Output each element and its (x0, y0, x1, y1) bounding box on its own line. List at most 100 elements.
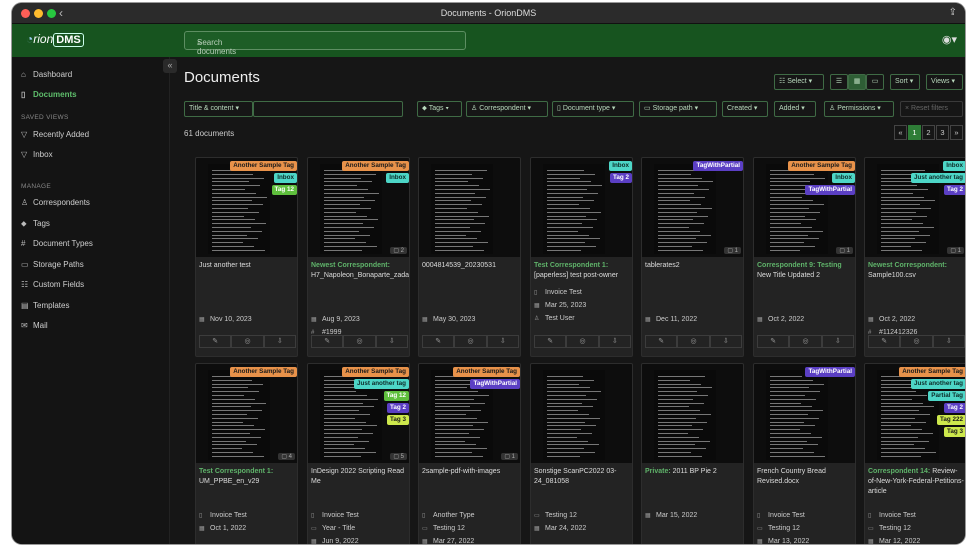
edit-button[interactable]: ✎ (422, 335, 455, 348)
views-button[interactable]: Views ▾ (926, 74, 963, 90)
sidebar-item-mail[interactable]: ✉ Mail (21, 321, 48, 330)
document-card[interactable]: Another Sample Tag Just another tag Partia… (864, 363, 965, 544)
tag-badge[interactable]: Tag 3 (387, 415, 409, 425)
preview-button[interactable]: ◎ (566, 335, 599, 348)
tag-badge[interactable]: Another Sample Tag (230, 161, 297, 171)
tag-badge[interactable]: TagWithPartial (470, 379, 520, 389)
tag-badge[interactable]: Another Sample Tag (342, 367, 409, 377)
document-card[interactable]: Another Sample Tag Inbox Tag 12 Just anothe… (195, 157, 298, 357)
download-button[interactable]: ⇩ (263, 335, 296, 348)
tag-badge[interactable]: Tag 12 (383, 391, 409, 401)
document-card[interactable]: Another Sample Tag TagWithPartial ▢ 1 2samp… (418, 363, 521, 544)
notes-count-badge[interactable]: ▢ 1 (947, 247, 964, 254)
document-correspondent[interactable]: Correspondent 9: Testing (757, 262, 842, 269)
tag-badge[interactable]: Another Sample Tag (230, 367, 297, 377)
download-button[interactable]: ⇩ (821, 335, 854, 348)
sidebar-item-documents[interactable]: ▯ Documents (21, 90, 77, 99)
sort-button[interactable]: Sort ▾ (890, 74, 920, 90)
download-button[interactable]: ⇩ (375, 335, 408, 348)
document-thumbnail[interactable] (642, 364, 743, 463)
sidebar-item-templates[interactable]: ▤ Templates (21, 301, 69, 310)
preview-button[interactable]: ◎ (454, 335, 487, 348)
user-menu-icon[interactable]: ◉▾ (942, 33, 957, 46)
notes-count-badge[interactable]: ▢ 4 (278, 453, 295, 460)
document-thumbnail[interactable]: Another Sample Tag TagWithPartial ▢ 1 (419, 364, 520, 463)
edit-button[interactable]: ✎ (199, 335, 232, 348)
tag-badge[interactable]: Inbox (274, 173, 297, 183)
document-card[interactable]: Inbox Just another tag Tag 2 ▢ 1 Newest Corr… (864, 157, 965, 357)
added-filter-button[interactable]: Added ▾ (774, 101, 816, 117)
edit-button[interactable]: ✎ (311, 335, 344, 348)
edit-button[interactable]: ✎ (534, 335, 567, 348)
page-button-next[interactable]: » (950, 125, 963, 140)
sidebar-item-tags[interactable]: ⬥ Tags (21, 219, 50, 229)
tag-badge[interactable]: Partial Tag (928, 391, 965, 401)
sidebar-item-custom-fields[interactable]: ☷ Custom Fields (21, 280, 84, 289)
correspondent-filter-button[interactable]: ♙ Correspondent ▾ (466, 101, 548, 117)
tag-badge[interactable]: Inbox (386, 173, 409, 183)
tag-badge[interactable]: Another Sample Tag (453, 367, 520, 377)
tag-badge[interactable]: Another Sample Tag (788, 161, 855, 171)
select-button[interactable]: ☷ Select ▾ (774, 74, 824, 90)
app-logo[interactable]: ◔rion DMS (26, 32, 84, 47)
document-thumbnail[interactable]: Another Sample Tag ▢ 4 (196, 364, 297, 463)
document-thumbnail[interactable]: Another Sample Tag Inbox Tag 12 (196, 158, 297, 257)
tag-badge[interactable]: Another Sample Tag (342, 161, 409, 171)
document-thumbnail[interactable]: Another Sample Tag Inbox ▢ 2 (308, 158, 409, 257)
sidebar-item-recently-added[interactable]: ▽ Recently Added (21, 130, 89, 139)
page-button-prev[interactable]: « (894, 125, 907, 140)
document-card[interactable]: Sonstige ScanPC2022 03-24_081058 ▭ Testing… (530, 363, 633, 544)
document-card[interactable]: Private: 2011 BP Pie 2 ▦ Mar 15, 2022 (641, 363, 744, 544)
document-thumbnail[interactable]: Another Sample Tag Just another tag Tag 12… (308, 364, 409, 463)
tag-badge[interactable]: Inbox (943, 161, 965, 171)
sidebar-item-inbox[interactable]: ▽ Inbox (21, 150, 53, 159)
tag-badge[interactable]: Another Sample Tag (899, 367, 965, 377)
preview-button[interactable]: ◎ (231, 335, 264, 348)
document-thumbnail[interactable] (531, 364, 632, 463)
page-button-3[interactable]: 3 (936, 125, 949, 140)
sidebar-item-correspondents[interactable]: ♙ Correspondents (21, 198, 90, 207)
tag-badge[interactable]: Tag 2 (944, 403, 965, 413)
edit-button[interactable]: ✎ (757, 335, 790, 348)
edit-button[interactable]: ✎ (868, 335, 901, 348)
document-card[interactable]: TagWithPartial ▢ 1 tablerates2 ▦ Dec 11, 202… (641, 157, 744, 357)
tag-badge[interactable]: Just another tag (911, 173, 965, 183)
preview-button[interactable]: ◎ (900, 335, 933, 348)
share-icon[interactable]: ⇪ (949, 7, 957, 18)
preview-button[interactable]: ◎ (789, 335, 822, 348)
preview-button[interactable]: ◎ (677, 335, 710, 348)
page-button-2[interactable]: 2 (922, 125, 935, 140)
document-correspondent[interactable]: Test Correspondent 1: (199, 468, 273, 475)
tags-filter-button[interactable]: ⬥ Tags ▾ (417, 101, 462, 117)
tag-badge[interactable]: Just another tag (354, 379, 409, 389)
document-correspondent[interactable]: Test Correspondent 1: (534, 262, 608, 269)
permissions-filter-button[interactable]: ♙ Permissions ▾ (824, 101, 894, 117)
tag-badge[interactable]: Tag 12 (271, 185, 297, 195)
sidebar-item-dashboard[interactable]: ⌂ Dashboard (21, 70, 72, 79)
filter-text-input[interactable] (253, 101, 403, 117)
document-correspondent[interactable]: Private: (645, 468, 671, 475)
document-card[interactable]: Another Sample Tag ▢ 4 Test Correspondent … (195, 363, 298, 544)
tag-badge[interactable]: Inbox (609, 161, 632, 171)
document-card[interactable]: TagWithPartial French Country Bread Revis… (753, 363, 856, 544)
notes-count-badge[interactable]: ▢ 1 (501, 453, 518, 460)
tag-badge[interactable]: Tag 2 (387, 403, 409, 413)
download-button[interactable]: ⇩ (486, 335, 519, 348)
tag-badge[interactable]: Tag 2 (610, 173, 632, 183)
document-card[interactable]: 0004814539_20230531 ▦ May 30, 2023 ✎ ◎ ⇩ (418, 157, 521, 357)
tag-badge[interactable]: TagWithPartial (693, 161, 743, 171)
document-thumbnail[interactable] (419, 158, 520, 257)
view-large-cards-button[interactable]: ▭ (866, 74, 884, 90)
document-card[interactable]: Another Sample Tag Inbox ▢ 2 Newest Corresp… (307, 157, 410, 357)
tag-badge[interactable]: Tag 3 (944, 427, 965, 437)
tag-badge[interactable]: Just another tag (911, 379, 965, 389)
view-small-cards-button[interactable]: ▦ (848, 74, 866, 90)
sidebar-item-document-types[interactable]: # Document Types (21, 239, 93, 248)
document-card[interactable]: Inbox Tag 2 Test Correspondent 1: [paperle… (530, 157, 633, 357)
notes-count-badge[interactable]: ▢ 2 (390, 247, 407, 254)
search-input[interactable]: ⌕ Search documents (184, 31, 466, 56)
storage-path-filter-button[interactable]: ▭ Storage path ▾ (639, 101, 717, 117)
reset-filters-button[interactable]: × Reset filters (900, 101, 963, 117)
document-correspondent[interactable]: Correspondent 14: (868, 468, 930, 475)
document-card[interactable]: Another Sample Tag Just another tag Tag 12… (307, 363, 410, 544)
